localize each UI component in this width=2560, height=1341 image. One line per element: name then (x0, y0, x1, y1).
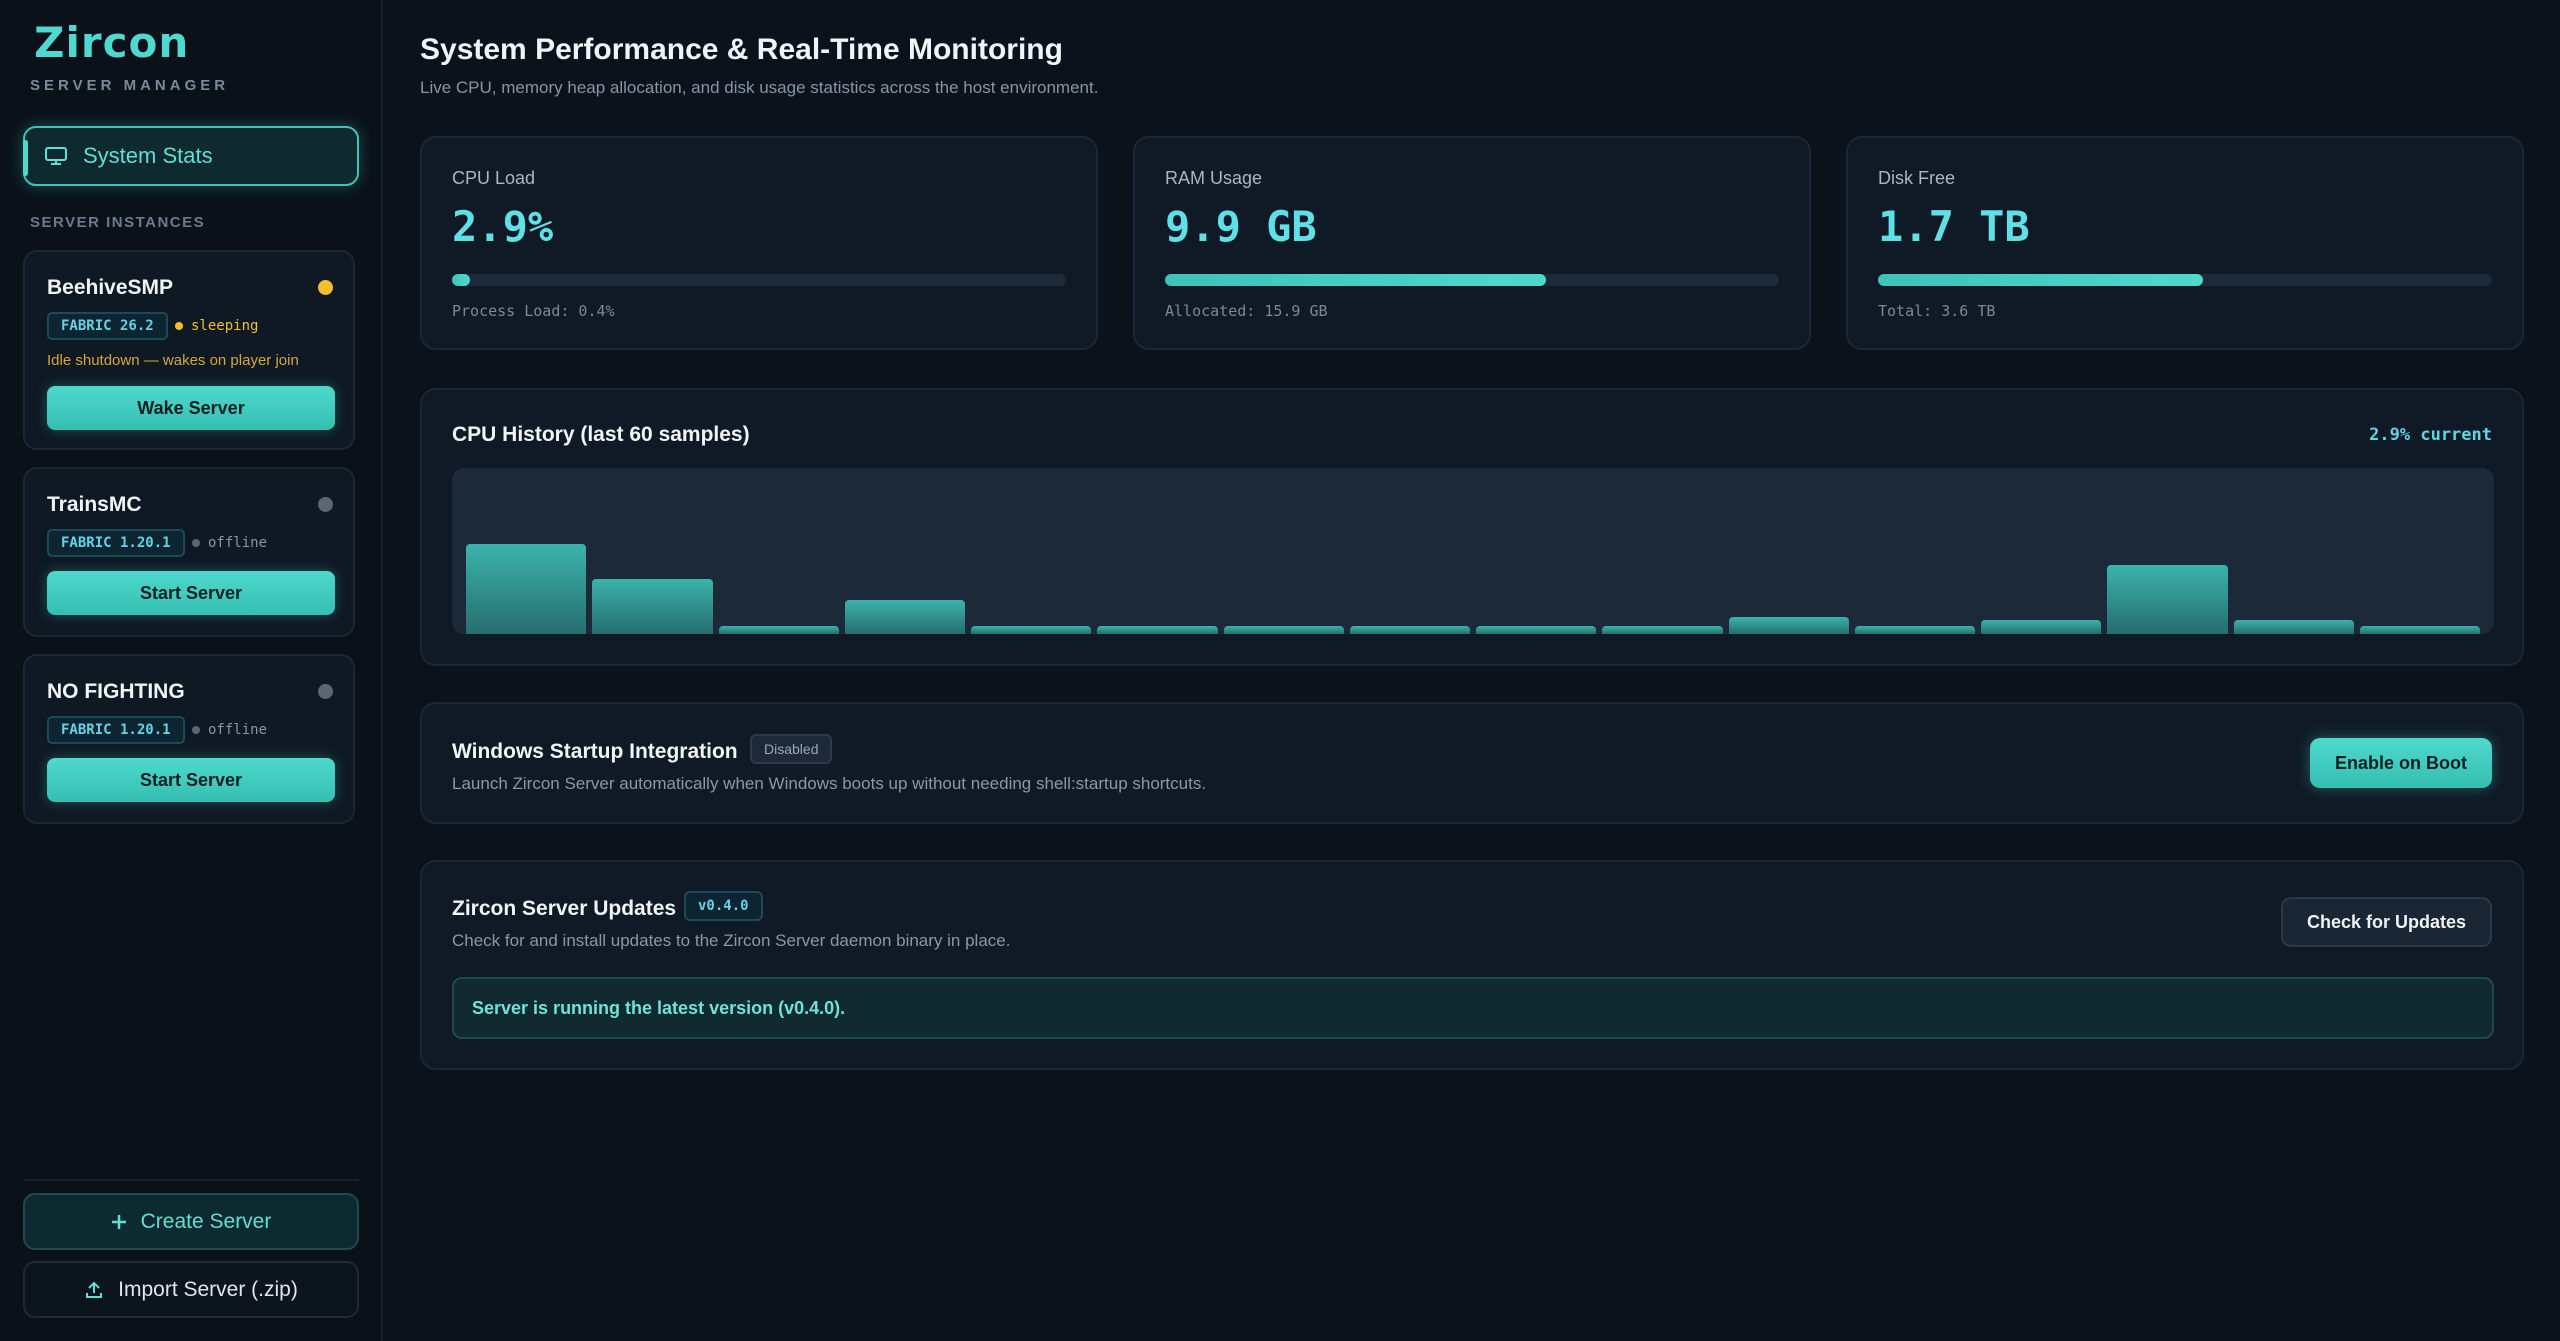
start-server-button[interactable]: Start Server (47, 758, 335, 802)
stat-label: Disk Free (1878, 168, 1956, 188)
progress-fill (1878, 274, 2204, 286)
progress-track (1878, 274, 2492, 286)
monitor-icon (45, 147, 67, 165)
updates-title: Zircon Server Updates (452, 897, 677, 920)
status-indicator (192, 726, 200, 734)
startup-integration-card: Windows Startup Integration Disabled Lau… (420, 702, 2524, 824)
enable-on-boot-button[interactable]: Enable on Boot (2310, 738, 2492, 788)
status-dot (318, 497, 333, 512)
wake-server-button[interactable]: Wake Server (47, 386, 335, 430)
cpu-history-title: CPU History (last 60 samples) (452, 423, 750, 446)
cpu-history-bar (1728, 617, 1849, 634)
progress-fill (452, 274, 471, 286)
nav-system-stats-label: System Stats (83, 143, 213, 168)
cpu-history-bar (1981, 620, 2102, 634)
status-indicator (192, 539, 200, 547)
status-label: offline (192, 722, 267, 738)
instance-card-beehivesmp[interactable]: BeehiveSMP FABRIC 26.2 sleeping Idle shu… (23, 250, 355, 450)
create-server-label: Create Server (140, 1209, 272, 1233)
import-server-label: Import Server (.zip) (118, 1277, 298, 1301)
status-label: sleeping (175, 318, 258, 334)
update-status-message: Server is running the latest version (v0… (452, 977, 2494, 1039)
upload-icon (84, 1280, 104, 1300)
startup-description: Launch Zircon Server automatically when … (452, 774, 1207, 793)
stat-label: RAM Usage (1165, 168, 1263, 188)
cpu-history-bar (1223, 625, 1344, 634)
stat-footer: Process Load: 0.4% (452, 302, 615, 320)
import-server-button[interactable]: Import Server (.zip) (23, 1261, 359, 1318)
cpu-history-bar (1097, 625, 1218, 634)
status-badge: Disabled (750, 734, 833, 764)
status-label: offline (192, 535, 267, 551)
cpu-history-chart (452, 468, 2494, 634)
progress-fill (1165, 274, 1546, 286)
sidebar-divider (23, 1179, 359, 1181)
ram-usage-card: RAM Usage 9.9 GB Allocated: 15.9 GB (1133, 136, 1811, 350)
status-dot (318, 280, 333, 295)
start-server-button[interactable]: Start Server (47, 571, 335, 615)
stat-value: 1.7 TB (1878, 202, 2030, 251)
instance-name: NO FIGHTING (47, 680, 185, 703)
cpu-history-bar (2359, 625, 2480, 634)
instance-name: BeehiveSMP (47, 276, 174, 299)
version-badge: v0.4.0 (684, 891, 763, 921)
cpu-history-bar (1349, 625, 1470, 634)
cpu-history-bar (971, 625, 1092, 634)
cpu-history-bar (1602, 625, 1723, 634)
page-subtitle: Live CPU, memory heap allocation, and di… (420, 78, 1099, 97)
create-server-button[interactable]: Create Server (23, 1193, 359, 1250)
page-title: System Performance & Real-Time Monitorin… (420, 33, 1063, 66)
stat-footer: Allocated: 15.9 GB (1165, 302, 1328, 320)
version-badge: FABRIC 1.20.1 (47, 529, 185, 557)
idle-note: Idle shutdown — wakes on player join (47, 352, 299, 369)
cpu-history-bar (592, 578, 713, 634)
cpu-history-bar (844, 600, 965, 634)
sidebar: Zircon SERVER MANAGER System Stats SERVE… (0, 0, 383, 1341)
status-text: offline (208, 535, 268, 551)
app-subtitle: SERVER MANAGER (30, 77, 230, 94)
cpu-history-bar (718, 625, 839, 634)
progress-track (452, 274, 1066, 286)
cpu-history-bar (2107, 564, 2228, 634)
section-label-instances: SERVER INSTANCES (30, 214, 206, 231)
instance-card-trainsmc[interactable]: TrainsMC FABRIC 1.20.1 offline Start Ser… (23, 467, 355, 637)
status-dot (318, 684, 333, 699)
status-indicator (175, 322, 183, 330)
instance-name: TrainsMC (47, 493, 142, 516)
updates-description: Check for and install updates to the Zir… (452, 931, 1011, 950)
instance-card-no-fighting[interactable]: NO FIGHTING FABRIC 1.20.1 offline Start … (23, 654, 355, 824)
progress-track (1165, 274, 1779, 286)
cpu-history-card: CPU History (last 60 samples) 2.9% curre… (420, 388, 2524, 666)
status-text: sleeping (191, 318, 259, 334)
cpu-history-bar (1854, 625, 1975, 634)
cpu-history-bar (466, 544, 587, 634)
plus-icon (111, 1214, 127, 1230)
check-for-updates-button[interactable]: Check for Updates (2280, 897, 2492, 947)
stat-label: CPU Load (452, 168, 536, 188)
cpu-history-bar (1476, 625, 1597, 634)
cpu-load-card: CPU Load 2.9% Process Load: 0.4% (420, 136, 1098, 350)
status-text: offline (208, 722, 268, 738)
server-updates-card: Zircon Server Updates v0.4.0 Check for a… (420, 860, 2524, 1070)
app-logo: Zircon (34, 18, 190, 67)
cpu-history-bar (2233, 620, 2354, 634)
version-badge: FABRIC 1.20.1 (47, 716, 185, 744)
startup-title: Windows Startup Integration (452, 740, 738, 763)
stat-footer: Total: 3.6 TB (1878, 302, 1996, 320)
stat-value: 2.9% (452, 202, 554, 251)
nav-system-stats[interactable]: System Stats (23, 126, 359, 186)
version-badge: FABRIC 26.2 (47, 312, 168, 340)
cpu-history-current: 2.9% current (2369, 425, 2492, 445)
disk-free-card: Disk Free 1.7 TB Total: 3.6 TB (1846, 136, 2524, 350)
stat-value: 9.9 GB (1165, 202, 1317, 251)
